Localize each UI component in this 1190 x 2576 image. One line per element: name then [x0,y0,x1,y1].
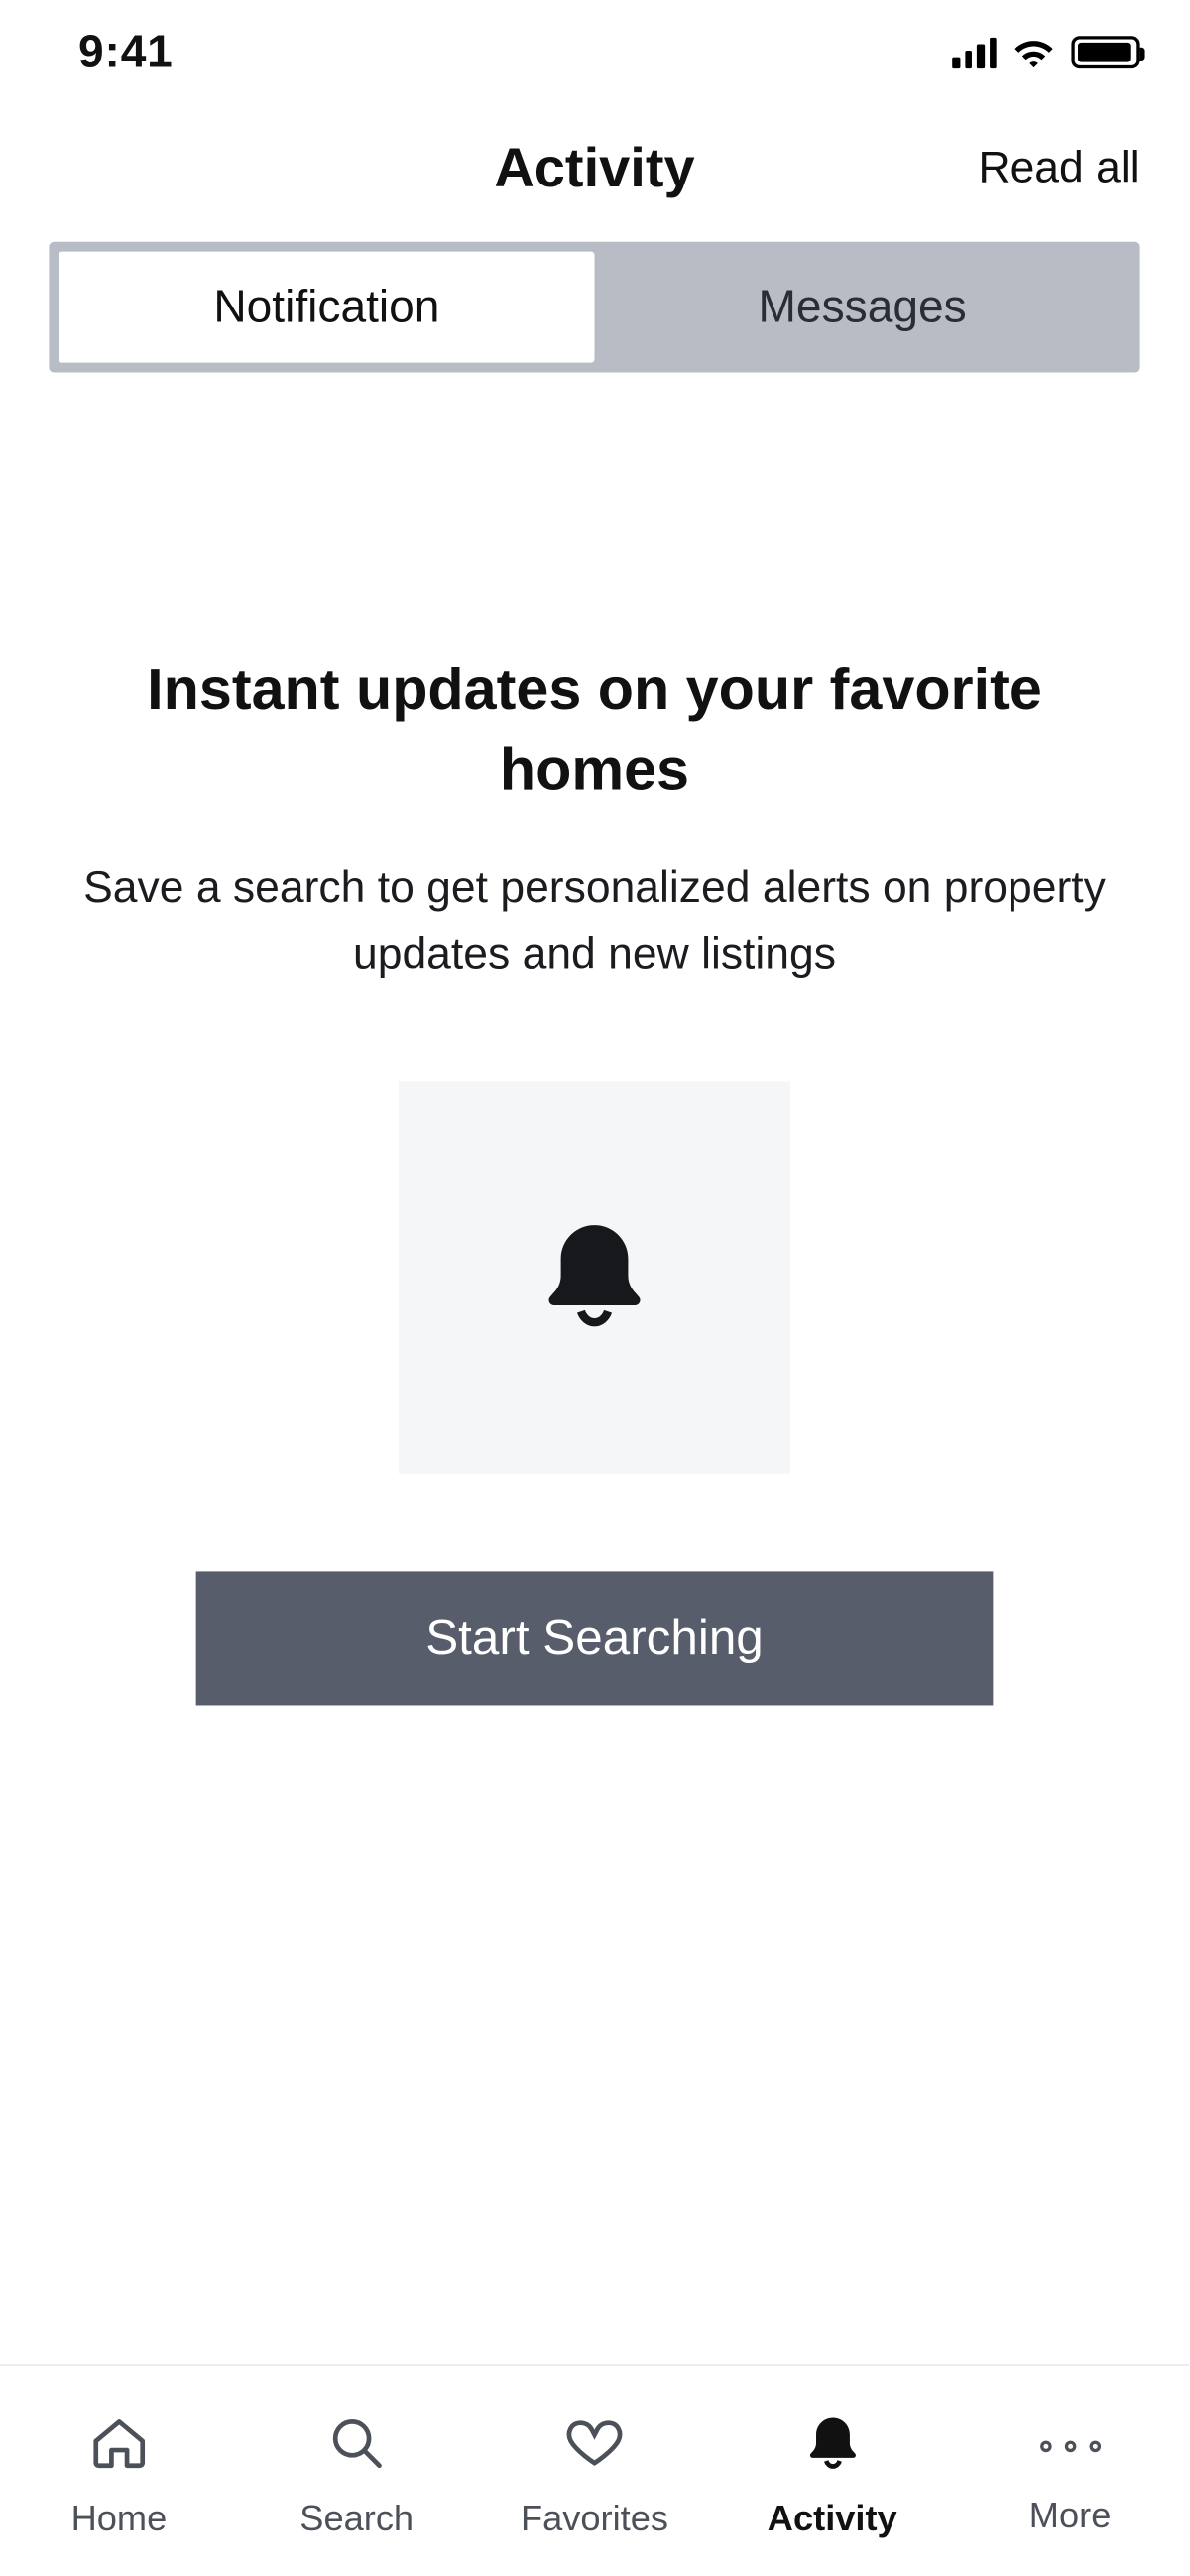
tab-notification[interactable]: Notification [59,252,594,363]
status-time: 9:41 [78,26,174,78]
tab-search[interactable]: Search [238,2411,476,2540]
tab-label: More [1029,2494,1112,2536]
tab-label: Favorites [521,2498,668,2540]
wifi-icon [1012,36,1055,68]
tab-home[interactable]: Home [0,2411,238,2540]
segmented-container: Notification Messages [0,242,1189,373]
status-indicators [952,36,1139,68]
empty-subtitle: Save a search to get personalized alerts… [49,855,1139,987]
segmented-control: Notification Messages [49,242,1139,373]
bottom-tab-bar: Home Search Favorites Activity More [0,2364,1189,2576]
tab-label: Activity [768,2498,897,2540]
bell-icon [533,1208,656,1347]
battery-icon [1071,36,1139,68]
tab-favorites[interactable]: Favorites [476,2411,714,2540]
status-bar: 9:41 [0,0,1189,95]
empty-illustration [399,1082,790,1474]
read-all-button[interactable]: Read all [978,143,1139,193]
tab-activity[interactable]: Activity [713,2411,951,2540]
search-icon [325,2411,388,2482]
cellular-icon [952,36,996,68]
tab-label: Home [71,2498,168,2540]
heart-icon [563,2411,626,2482]
bell-icon [801,2411,864,2482]
start-searching-button[interactable]: Start Searching [196,1572,994,1706]
empty-title: Instant updates on your favorite homes [49,651,1139,809]
screen-header: Activity Read all [0,95,1189,242]
page-title: Activity [494,137,694,200]
tab-label: Search [299,2498,414,2540]
app-screen: 9:41 Activity Read all Notification Mess… [0,0,1189,2576]
empty-state: Instant updates on your favorite homes S… [0,373,1189,1706]
tab-messages[interactable]: Messages [595,252,1130,363]
home-icon [88,2411,151,2482]
more-icon [1039,2415,1102,2478]
tab-more[interactable]: More [951,2415,1189,2536]
